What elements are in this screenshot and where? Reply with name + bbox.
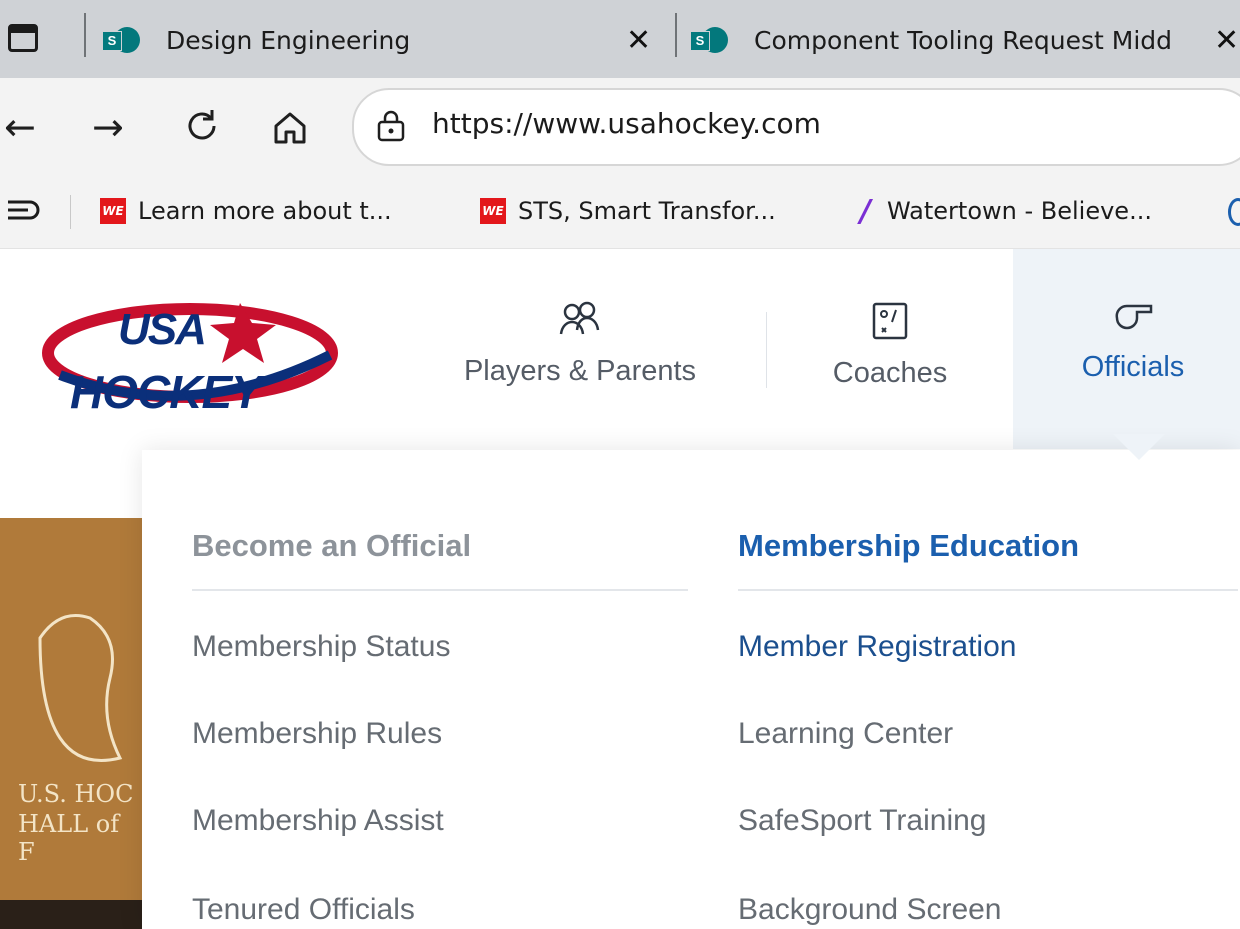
yahoo-slash-icon: / [860, 193, 871, 229]
bookmark-watertown[interactable]: / Watertown - Believe... [860, 193, 1152, 229]
tab-actions-icon[interactable] [8, 24, 38, 52]
tab-component-tooling[interactable]: S Component Tooling Request Midd ✕ [690, 8, 1240, 72]
whistle-icon [1115, 304, 1153, 330]
refresh-icon[interactable] [182, 106, 222, 152]
tab-design-engineering[interactable]: S Design Engineering ✕ [102, 8, 662, 72]
bookmark-label: Learn more about t... [138, 197, 392, 225]
bookmark-sts[interactable]: WE STS, Smart Transfor... [480, 193, 776, 229]
menu-item-tenured-officials[interactable]: Tenured Officials [192, 893, 415, 927]
menu-item-member-registration[interactable]: Member Registration [738, 630, 1016, 664]
tab-title: Design Engineering [166, 25, 411, 55]
bookmark-learn-more[interactable]: WE Learn more about t... [100, 193, 392, 229]
reading-list-icon[interactable] [6, 198, 40, 229]
officials-dropdown-menu [142, 450, 1240, 929]
clipboard-icon [872, 302, 908, 340]
close-tab-icon[interactable]: ✕ [626, 23, 651, 58]
menu-caret [1113, 434, 1165, 460]
hall-of-fame-photo: U.S. HOC HALL of F [0, 518, 142, 929]
back-icon[interactable]: ← [4, 108, 36, 146]
photo-text-line2: HALL of F [18, 810, 120, 866]
home-icon[interactable] [270, 108, 310, 153]
menu-item-background-screen[interactable]: Background Screen [738, 893, 1002, 927]
players-icon [559, 301, 600, 335]
bookmark-label: Watertown - Believe... [886, 197, 1152, 225]
bookmark-separator [70, 195, 71, 229]
menu-item-membership-status[interactable]: Membership Status [192, 630, 450, 664]
tab-separator [84, 13, 86, 57]
menu-heading-become-official[interactable]: Become an Official [192, 528, 471, 564]
nav-divider [766, 312, 767, 388]
menu-item-membership-assist[interactable]: Membership Assist [192, 804, 444, 838]
sharepoint-icon: S [690, 27, 728, 53]
tab-separator [675, 13, 677, 57]
menu-item-learning-center[interactable]: Learning Center [738, 717, 953, 751]
url-text[interactable]: https://www.usahockey.com [432, 107, 821, 140]
menu-heading-membership-education[interactable]: Membership Education [738, 528, 1079, 564]
usa-hockey-logo[interactable]: USA HOCKEY [40, 285, 340, 425]
menu-divider [738, 589, 1238, 591]
menu-item-membership-rules[interactable]: Membership Rules [192, 717, 442, 751]
nav-label: Coaches [832, 357, 948, 389]
photo-text-line1: U.S. HOC [18, 780, 134, 808]
we-logo-icon: WE [480, 198, 506, 224]
menu-divider [192, 589, 688, 591]
tab-title: Component Tooling Request Midd [754, 25, 1173, 55]
nav-label: Players & Parents [463, 355, 697, 387]
nav-label: Officials [1081, 351, 1185, 383]
we-logo-icon: WE [100, 198, 126, 224]
nav-coaches[interactable]: Coaches [800, 300, 980, 390]
lock-icon[interactable] [374, 108, 408, 149]
nav-officials[interactable]: Officials [1050, 300, 1216, 384]
logo-text-usa: USA [118, 305, 207, 354]
sharepoint-icon: S [102, 27, 140, 53]
forward-icon[interactable]: → [92, 108, 124, 146]
bookmark-label: STS, Smart Transfor... [518, 197, 776, 225]
close-tab-icon[interactable]: ✕ [1214, 23, 1239, 58]
menu-item-safesport-training[interactable]: SafeSport Training [738, 804, 986, 838]
logo-text-hockey: HOCKEY [70, 366, 262, 418]
nav-players-parents[interactable]: Players & Parents [452, 300, 708, 388]
